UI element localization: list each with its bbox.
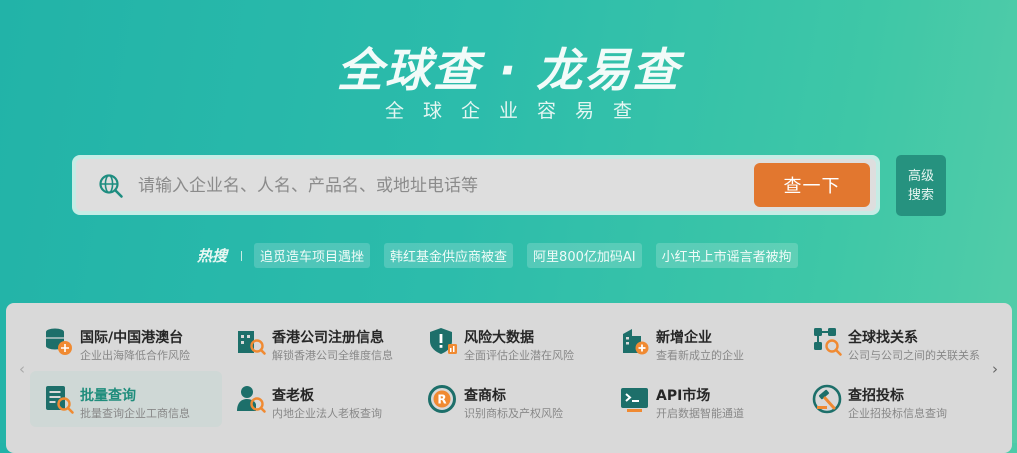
search-bar: 查一下: [72, 155, 880, 215]
service-desc: 企业出海降低合作风险: [80, 349, 190, 362]
service-desc: 解锁香港公司全维度信息: [272, 349, 393, 362]
service-hk-company[interactable]: 香港公司注册信息 解锁香港公司全维度信息: [222, 313, 414, 369]
search-input[interactable]: [136, 167, 740, 205]
service-desc: 批量查询企业工商信息: [80, 407, 190, 420]
service-desc: 企业招投标信息查询: [848, 407, 947, 420]
service-title: 查老板: [272, 388, 314, 404]
building-search-icon: [238, 331, 266, 355]
service-international[interactable]: 国际/中国港澳台 企业出海降低合作风险: [30, 313, 222, 369]
globe-database-icon: [46, 328, 72, 355]
service-desc: 全面评估企业潜在风险: [464, 349, 574, 362]
service-tender-query[interactable]: 查招投标 企业招投标信息查询: [798, 371, 990, 427]
hot-search-label: 热搜: [197, 247, 228, 265]
services-panel: ‹ › 国际/中国港澳台 企业出海降低合作风险 香港公司注册信息 解锁香港公司全…: [6, 303, 1012, 453]
service-title: 批量查询: [80, 388, 136, 404]
list-search-icon: [46, 386, 74, 414]
service-batch-query[interactable]: 批量查询 批量查询企业工商信息: [30, 371, 222, 427]
service-title: API市场: [656, 388, 711, 404]
advanced-search-button[interactable]: 高级 搜索: [896, 155, 946, 216]
svg-text:R: R: [437, 393, 446, 407]
service-title: 查商标: [464, 388, 506, 404]
service-desc: 内地企业法人老板查询: [272, 407, 382, 420]
service-title: 新增企业: [656, 330, 712, 346]
service-new-companies[interactable]: 新增企业 查看新成立的企业: [606, 313, 798, 369]
brand-title: 全球查 · 龙易查: [336, 43, 681, 97]
service-title: 全球找关系: [848, 330, 918, 346]
person-search-icon: [237, 386, 266, 413]
service-trademark[interactable]: R 查商标 识别商标及产权风险: [414, 371, 606, 427]
service-desc: 公司与公司之间的关联关系: [848, 349, 980, 362]
hot-search-row: 热搜 追觅造车项目遇挫 韩红基金供应商被查 阿里800亿加码AI 小红书上市谣言…: [197, 243, 812, 268]
divider: [241, 250, 243, 261]
network-search-icon: [814, 328, 842, 356]
globe-search-icon: [99, 174, 123, 198]
service-desc: 查看新成立的企业: [656, 349, 744, 362]
service-title: 查招投标: [848, 388, 904, 404]
search-button[interactable]: 查一下: [754, 163, 870, 207]
api-terminal-icon: [621, 388, 648, 412]
building-plus-icon: [623, 329, 649, 355]
service-risk-data[interactable]: 风险大数据 全面评估企业潜在风险: [414, 313, 606, 369]
service-global-relations[interactable]: 全球找关系 公司与公司之间的关联关系: [798, 313, 990, 369]
brand-subtitle: 全球企业容易查: [384, 100, 651, 122]
service-api-market[interactable]: API市场 开启数据智能通道: [606, 371, 798, 427]
hot-search-tag[interactable]: 小红书上市谣言者被拘: [655, 243, 798, 268]
service-title: 香港公司注册信息: [272, 330, 384, 346]
shield-alert-icon: [430, 328, 457, 354]
service-find-boss[interactable]: 查老板 内地企业法人老板查询: [222, 371, 414, 427]
advanced-search-label-line1: 高级: [907, 169, 934, 184]
service-desc: 识别商标及产权风险: [464, 407, 563, 420]
chevron-right-icon[interactable]: ›: [992, 360, 998, 378]
service-title: 国际/中国港澳台: [80, 330, 184, 346]
chevron-left-icon[interactable]: ‹: [19, 360, 25, 378]
gavel-icon: [812, 384, 842, 414]
advanced-search-label-line2: 搜索: [907, 188, 934, 203]
hot-search-tag[interactable]: 阿里800亿加码AI: [527, 243, 642, 268]
search-box: 查一下: [76, 159, 876, 211]
hot-search-tag[interactable]: 追觅造车项目遇挫: [254, 243, 371, 268]
trademark-icon: R: [428, 385, 456, 413]
service-title: 风险大数据: [464, 330, 534, 346]
hot-search-tag[interactable]: 韩红基金供应商被查: [384, 243, 514, 268]
service-desc: 开启数据智能通道: [656, 407, 744, 420]
